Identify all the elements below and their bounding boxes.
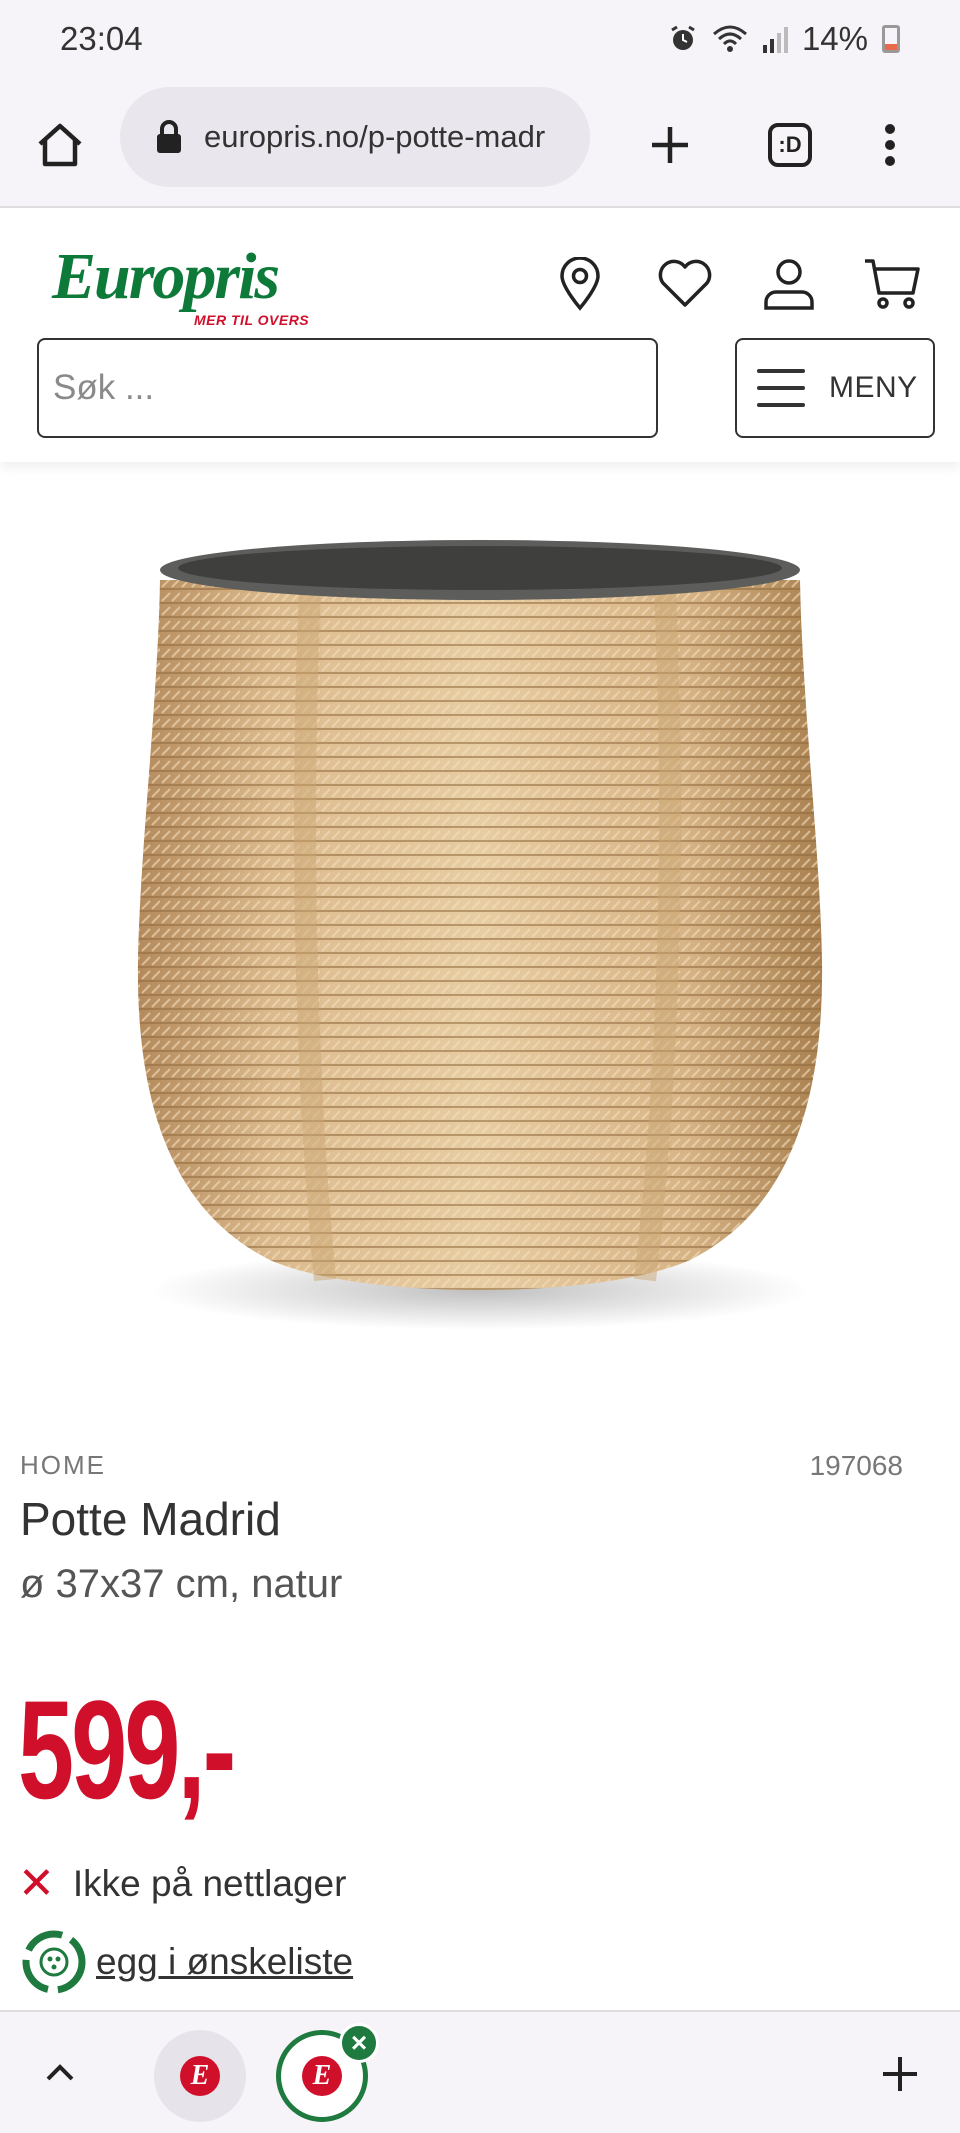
tab-switcher-icon: :D [768, 123, 812, 167]
europris-logo[interactable]: Europris MER TIL OVERS [52, 240, 309, 329]
product-sku: 197068 [809, 1450, 903, 1481]
new-tab-bottom-button[interactable] [870, 2044, 930, 2104]
cart-button[interactable] [860, 252, 924, 316]
tab-switcher-button[interactable]: :D [750, 105, 830, 185]
overflow-menu-icon [885, 124, 895, 166]
alarm-icon [671, 25, 695, 50]
search-input[interactable] [37, 338, 658, 438]
battery-icon [882, 25, 900, 53]
product-image[interactable] [100, 520, 860, 1340]
collapse-tabs-button[interactable] [30, 2042, 90, 2102]
battery-percent: 14% [801, 20, 868, 57]
chevron-up-icon [46, 2064, 74, 2081]
home-icon [38, 123, 82, 167]
wifi-icon [712, 25, 747, 52]
lock-icon [157, 120, 181, 153]
stock-status: ✕ Ikke på nettlager [18, 1862, 346, 1906]
active-tab-favicon: E [302, 2056, 342, 2096]
product-category[interactable]: HOME [20, 1450, 106, 1481]
store-locator-button[interactable] [548, 252, 612, 316]
user-icon [764, 259, 814, 310]
product-title: Potte Madrid [20, 1493, 281, 1545]
new-tab-button[interactable] [630, 105, 710, 185]
overflow-menu-button[interactable] [850, 105, 930, 185]
product-price: 599,- [18, 1671, 236, 1828]
stock-status-text: Ikke på nettlager [72, 1863, 347, 1904]
basket-pot-illustration [137, 540, 823, 1330]
heart-icon [658, 259, 712, 307]
account-button[interactable] [757, 252, 821, 316]
status-bar: 23:04 14% [0, 0, 960, 82]
home-button[interactable] [20, 105, 100, 185]
status-time: 23:04 [60, 20, 143, 57]
bottom-tab-bar: E E × [0, 2010, 960, 2133]
add-to-wishlist-link[interactable]: egg i ønskeliste [20, 1928, 353, 1996]
new-tab-icon [652, 127, 688, 163]
logo-tagline: MER TIL OVERS [194, 312, 310, 328]
site-header: Europris MER TIL OVERS MENY [0, 210, 960, 462]
menu-button[interactable]: MENY [735, 338, 935, 438]
plus-icon [883, 2057, 917, 2091]
menu-label: MENY [829, 371, 918, 404]
logo-text: Europris [52, 240, 280, 313]
tab-thumbnail[interactable]: E [154, 2030, 246, 2122]
wishlist-header-button[interactable] [653, 252, 717, 316]
close-icon[interactable]: × [339, 2023, 379, 2063]
tab-favicon: E [180, 2056, 220, 2096]
unavailable-icon: ✕ [18, 1859, 55, 1908]
location-pin-icon [560, 257, 600, 311]
wishlist-link-text: egg i ønskeliste [96, 1941, 354, 1982]
address-bar[interactable]: europris.no/p-potte-madr [120, 87, 590, 187]
active-tab-thumbnail[interactable]: E × [276, 2023, 379, 2122]
signal-icon [762, 27, 788, 53]
cart-icon [865, 259, 920, 309]
url-text: europris.no/p-potte-madr [204, 119, 546, 154]
loading-spinner-icon [22, 1930, 86, 1994]
product-subtitle: ø 37x37 cm, natur [20, 1562, 343, 1606]
status-icons: 14% [668, 20, 900, 58]
hamburger-icon [757, 369, 805, 407]
browser-toolbar: europris.no/p-potte-madr :D [0, 82, 960, 208]
